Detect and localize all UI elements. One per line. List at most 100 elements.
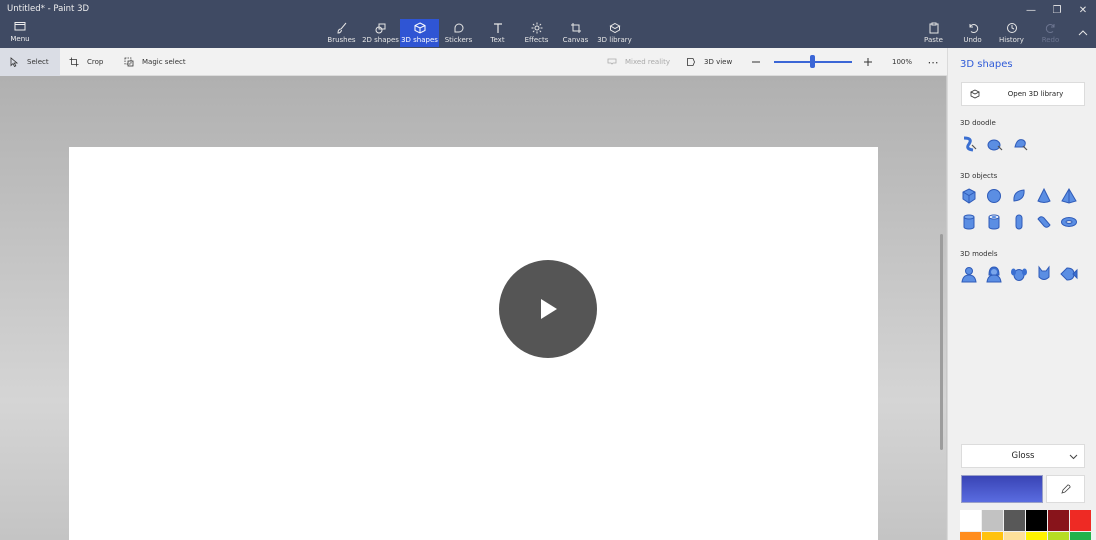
cat-model-icon[interactable] [1035, 265, 1053, 283]
curved-cylinder-icon[interactable] [1035, 213, 1053, 231]
more-options-button[interactable]: ⋯ [920, 48, 946, 76]
tab-brushes[interactable]: Brushes [322, 19, 361, 47]
color-swatch[interactable] [960, 532, 981, 540]
3d-objects-row-1 [960, 187, 1078, 205]
3d-models-row [960, 265, 1078, 283]
tab-2d-shapes[interactable]: 2D shapes [361, 19, 400, 47]
3d-library-icon [608, 22, 621, 34]
tab-label: 3D shapes [401, 36, 438, 44]
menu-button[interactable]: Menu [5, 20, 35, 46]
color-swatch[interactable] [1070, 532, 1091, 540]
select-button[interactable]: Select [0, 48, 60, 76]
3d-objects-row-2 [960, 213, 1078, 231]
man-model-icon[interactable] [960, 265, 978, 283]
torus-icon[interactable] [1060, 213, 1078, 231]
dog-model-icon[interactable] [1010, 265, 1028, 283]
zoom-slider-thumb[interactable] [810, 55, 815, 68]
tab-3d-library[interactable]: 3D library [595, 19, 634, 47]
capsule-icon[interactable] [1010, 213, 1028, 231]
chevron-down-icon [1069, 454, 1078, 459]
redo-button[interactable]: Redo [1031, 19, 1070, 47]
3d-doodle-heading: 3D doodle [960, 119, 996, 127]
plus-icon [864, 58, 872, 66]
color-swatch[interactable] [1026, 532, 1047, 540]
woman-model-icon[interactable] [985, 265, 1003, 283]
color-swatch[interactable] [1004, 532, 1025, 540]
mixed-reality-label: Mixed reality [625, 58, 670, 66]
tab-effects[interactable]: Effects [517, 19, 556, 47]
color-swatch[interactable] [960, 510, 981, 531]
window-title: Untitled* - Paint 3D [7, 4, 90, 14]
history-label: History [999, 36, 1024, 44]
eyedropper-button[interactable] [1046, 475, 1085, 503]
hemisphere-icon[interactable] [1010, 187, 1028, 205]
ribbon-right-tools: Paste Undo History Redo [914, 19, 1096, 47]
material-dropdown[interactable]: Gloss [961, 444, 1085, 468]
sphere-icon[interactable] [985, 187, 1003, 205]
undo-icon [969, 24, 978, 34]
more-icon: ⋯ [927, 55, 939, 69]
restore-icon[interactable]: ❐ [1044, 0, 1070, 20]
tube-icon[interactable] [985, 213, 1003, 231]
folder-icon [14, 22, 26, 31]
open-3d-library-button[interactable]: Open 3D library [961, 82, 1085, 106]
close-icon[interactable]: ✕ [1070, 0, 1096, 20]
crop-button[interactable]: Crop [60, 48, 112, 76]
tube-doodle-icon[interactable] [1012, 135, 1030, 153]
zoom-level[interactable]: 100% [884, 48, 920, 76]
cube-icon[interactable] [960, 187, 978, 205]
zoom-out-button[interactable] [742, 48, 770, 76]
menu-label: Menu [10, 35, 30, 43]
current-color-swatch[interactable] [961, 475, 1043, 503]
paste-label: Paste [924, 36, 943, 44]
color-swatch[interactable] [1048, 532, 1069, 540]
magic-select-button[interactable]: Magic select [115, 48, 195, 76]
color-swatch[interactable] [982, 510, 1003, 531]
undo-button[interactable]: Undo [953, 19, 992, 47]
3d-doodle-row [960, 135, 1030, 153]
crop-icon [69, 57, 79, 67]
chevron-up-icon [1078, 30, 1088, 36]
minimize-icon[interactable]: — [1018, 0, 1044, 20]
vertical-scrollbar[interactable] [940, 234, 943, 450]
title-bar: Untitled* - Paint 3D — ❐ ✕ Menu Brushes … [0, 0, 1096, 48]
color-swatch[interactable] [1070, 510, 1091, 531]
history-button[interactable]: History [992, 19, 1031, 47]
tab-stickers[interactable]: Stickers [439, 19, 478, 47]
panel-title: 3D shapes [960, 59, 1013, 70]
soft-edge-doodle-icon[interactable] [986, 135, 1004, 153]
tab-3d-shapes[interactable]: 3D shapes [400, 19, 439, 47]
3d-view-label: 3D view [704, 58, 733, 66]
tab-label: Canvas [562, 36, 589, 44]
tab-text[interactable]: Text [478, 19, 517, 47]
cylinder-icon[interactable] [960, 213, 978, 231]
canvas-icon [570, 23, 581, 33]
cone-icon[interactable] [1035, 187, 1053, 205]
sharp-edge-doodle-icon[interactable] [960, 135, 978, 153]
play-button[interactable] [499, 260, 597, 358]
pointer-icon [10, 57, 19, 67]
history-icon [1006, 23, 1017, 33]
mixed-reality-icon [607, 58, 617, 65]
3d-view-button[interactable]: 3D view [677, 48, 741, 76]
pyramid-icon[interactable] [1060, 187, 1078, 205]
open-3d-library-label: Open 3D library [1007, 90, 1064, 98]
color-swatch[interactable] [1026, 510, 1047, 531]
color-swatch[interactable] [982, 532, 1003, 540]
paste-button[interactable]: Paste [914, 19, 953, 47]
side-panel: 3D shapes Open 3D library 3D doodle 3D o… [947, 48, 1096, 540]
zoom-in-button[interactable] [854, 48, 882, 76]
eyedropper-icon [1060, 484, 1071, 494]
mixed-reality-button[interactable]: Mixed reality [598, 48, 679, 76]
collapse-ribbon-button[interactable] [1070, 19, 1096, 47]
color-swatch[interactable] [1048, 510, 1069, 531]
drawing-canvas[interactable] [69, 147, 878, 540]
fish-model-icon[interactable] [1060, 265, 1078, 283]
tab-label: 2D shapes [362, 36, 399, 44]
undo-label: Undo [963, 36, 982, 44]
tab-label: Effects [524, 36, 549, 44]
3d-library-icon [970, 89, 980, 99]
redo-label: Redo [1041, 36, 1060, 44]
color-swatch[interactable] [1004, 510, 1025, 531]
tab-canvas[interactable]: Canvas [556, 19, 595, 47]
